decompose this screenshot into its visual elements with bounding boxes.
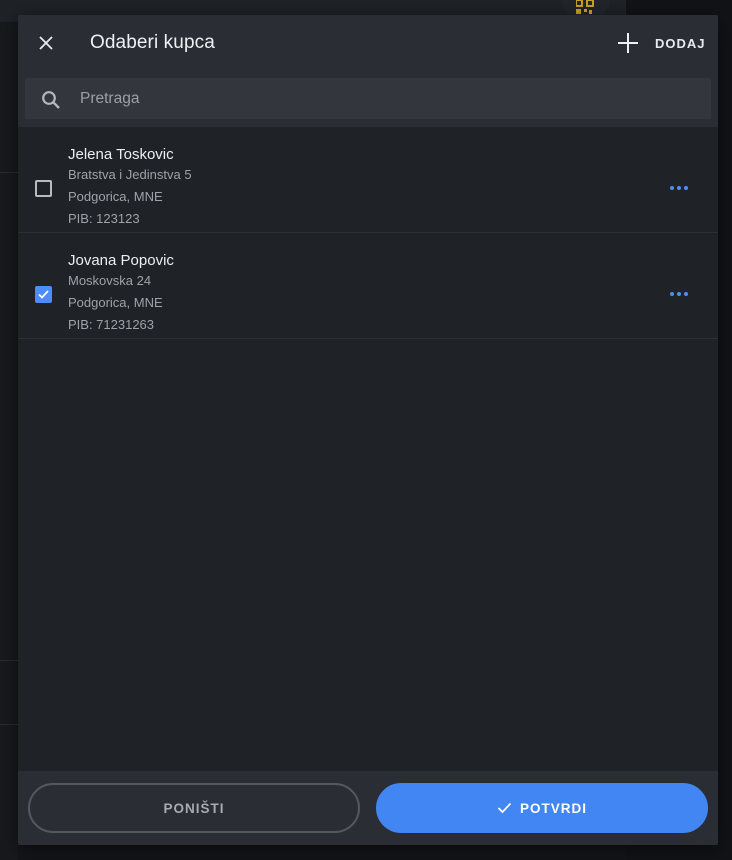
add-customer-label: DODAJ xyxy=(655,35,706,51)
search-box xyxy=(25,78,711,119)
customer-name: Jelena Toskovic xyxy=(68,146,174,163)
add-customer-button[interactable]: DODAJ xyxy=(614,29,710,57)
search-icon xyxy=(42,91,60,109)
check-icon xyxy=(497,802,512,814)
dialog-header: Odaberi kupca DODAJ xyxy=(18,15,718,127)
customer-more-button[interactable] xyxy=(664,283,694,305)
customer-name: Jovana Popovic xyxy=(68,252,174,269)
select-customer-dialog: Odaberi kupca DODAJ Jelena Toskovic Brat… xyxy=(18,15,718,845)
customer-city: Podgorica, MNE xyxy=(68,189,163,204)
customer-checkbox[interactable] xyxy=(35,180,52,197)
customer-checkbox-checked[interactable] xyxy=(35,286,52,303)
customer-pib: PIB: 71231263 xyxy=(68,317,155,332)
checkmark-icon xyxy=(38,290,49,299)
more-horizontal-icon xyxy=(670,186,688,190)
dialog-title: Odaberi kupca xyxy=(90,32,215,53)
confirm-button[interactable]: POTVRDI xyxy=(376,783,708,833)
customer-address: Bratstva i Jedinstva 5 xyxy=(68,167,192,182)
cancel-button[interactable]: PONIŠTI xyxy=(28,783,360,833)
cancel-button-label: PONIŠTI xyxy=(163,800,225,816)
search-input[interactable] xyxy=(80,78,680,119)
more-horizontal-icon xyxy=(670,292,688,296)
customer-list-item[interactable]: Jovana Popovic Moskovska 24 Podgorica, M… xyxy=(18,233,718,339)
customer-pib: PIB: 123123 xyxy=(68,211,140,226)
close-icon xyxy=(39,36,53,50)
background-left-strip xyxy=(0,22,18,860)
customer-city: Podgorica, MNE xyxy=(68,295,163,310)
close-button[interactable] xyxy=(32,29,60,57)
confirm-button-label: POTVRDI xyxy=(519,800,587,816)
qr-code-icon xyxy=(576,0,594,14)
customer-address: Moskovska 24 xyxy=(68,273,152,288)
plus-icon xyxy=(618,33,638,53)
customer-list: Jelena Toskovic Bratstva i Jedinstva 5 P… xyxy=(18,127,718,339)
customer-more-button[interactable] xyxy=(664,177,694,199)
dialog-footer: PONIŠTI POTVRDI xyxy=(18,771,718,845)
customer-list-item[interactable]: Jelena Toskovic Bratstva i Jedinstva 5 P… xyxy=(18,127,718,233)
